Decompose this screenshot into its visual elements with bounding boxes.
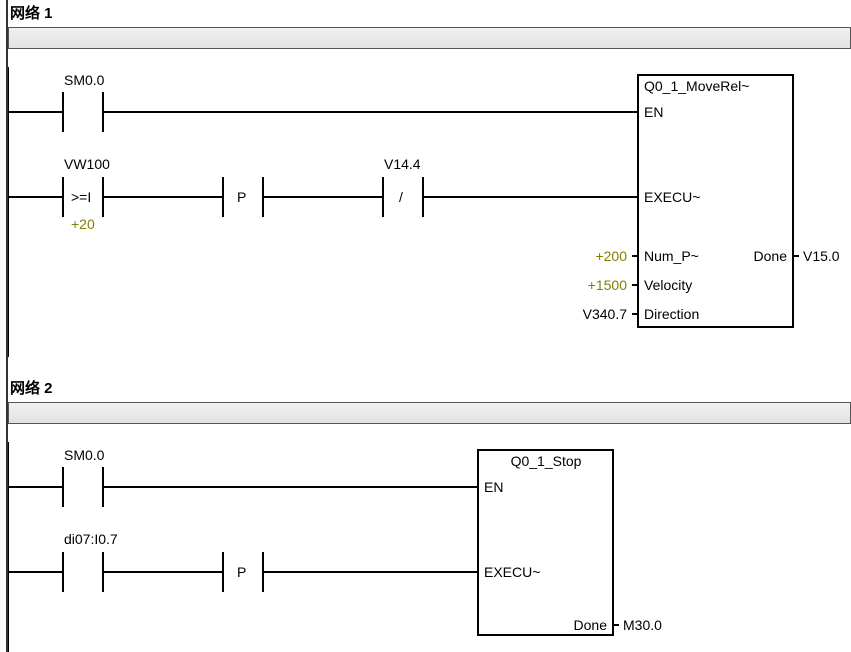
n2-block-en: EN bbox=[484, 479, 503, 495]
n1-r2-compare-op: >=I bbox=[71, 189, 91, 205]
n1-r2-pulse-label: P bbox=[237, 189, 246, 205]
n1-block-execu: EXECU~ bbox=[644, 189, 700, 205]
n1-r1-contact-label: SM0.0 bbox=[64, 72, 105, 88]
n1-r2-nc-slash: / bbox=[399, 189, 403, 205]
network-2-title: 网络 2 bbox=[10, 377, 851, 398]
network-1-title: 网络 1 bbox=[10, 2, 851, 23]
n1-block-nump-label: Num_P~ bbox=[644, 248, 699, 264]
network-1-diagram: SM0.0 VW100 >=I +20 P bbox=[8, 67, 851, 357]
n1-block-direction-label: Direction bbox=[644, 306, 699, 322]
network-1: 网络 1 SM0.0 VW100 bbox=[8, 0, 851, 357]
n1-block-done-val: V15.0 bbox=[803, 248, 840, 264]
n1-r2-compare-const: +20 bbox=[71, 216, 95, 232]
n1-block-velocity-label: Velocity bbox=[644, 277, 692, 293]
network-2-comment-bar[interactable] bbox=[8, 402, 851, 424]
n2-r1-contact-label: SM0.0 bbox=[64, 447, 105, 463]
n1-r2-nc-label: V14.4 bbox=[384, 156, 421, 172]
n1-block-velocity-val: +1500 bbox=[588, 277, 628, 293]
n1-block-en: EN bbox=[644, 104, 663, 120]
n1-block-nump-val: +200 bbox=[595, 248, 627, 264]
n2-block-done-label: Done bbox=[574, 617, 608, 633]
n2-r2-pulse-label: P bbox=[237, 564, 246, 580]
n2-block-title: Q0_1_Stop bbox=[511, 453, 582, 469]
n2-block-execu: EXECU~ bbox=[484, 564, 540, 580]
network-1-comment-bar[interactable] bbox=[8, 27, 851, 49]
n2-r2-contact-label: di07:I0.7 bbox=[64, 531, 118, 547]
n1-block-direction-val: V340.7 bbox=[583, 306, 628, 322]
network-2-diagram: SM0.0 di07:I0.7 P Q0_1_Stop EN EXECU~ Do… bbox=[8, 442, 851, 652]
n1-block-done-label: Done bbox=[754, 248, 788, 264]
network-2: 网络 2 SM0.0 di07:I0.7 P bbox=[8, 375, 851, 652]
n1-block-title: Q0_1_MoveRel~ bbox=[644, 78, 749, 94]
n2-block-done-val: M30.0 bbox=[623, 617, 662, 633]
n1-r2-compare-label: VW100 bbox=[64, 156, 110, 172]
